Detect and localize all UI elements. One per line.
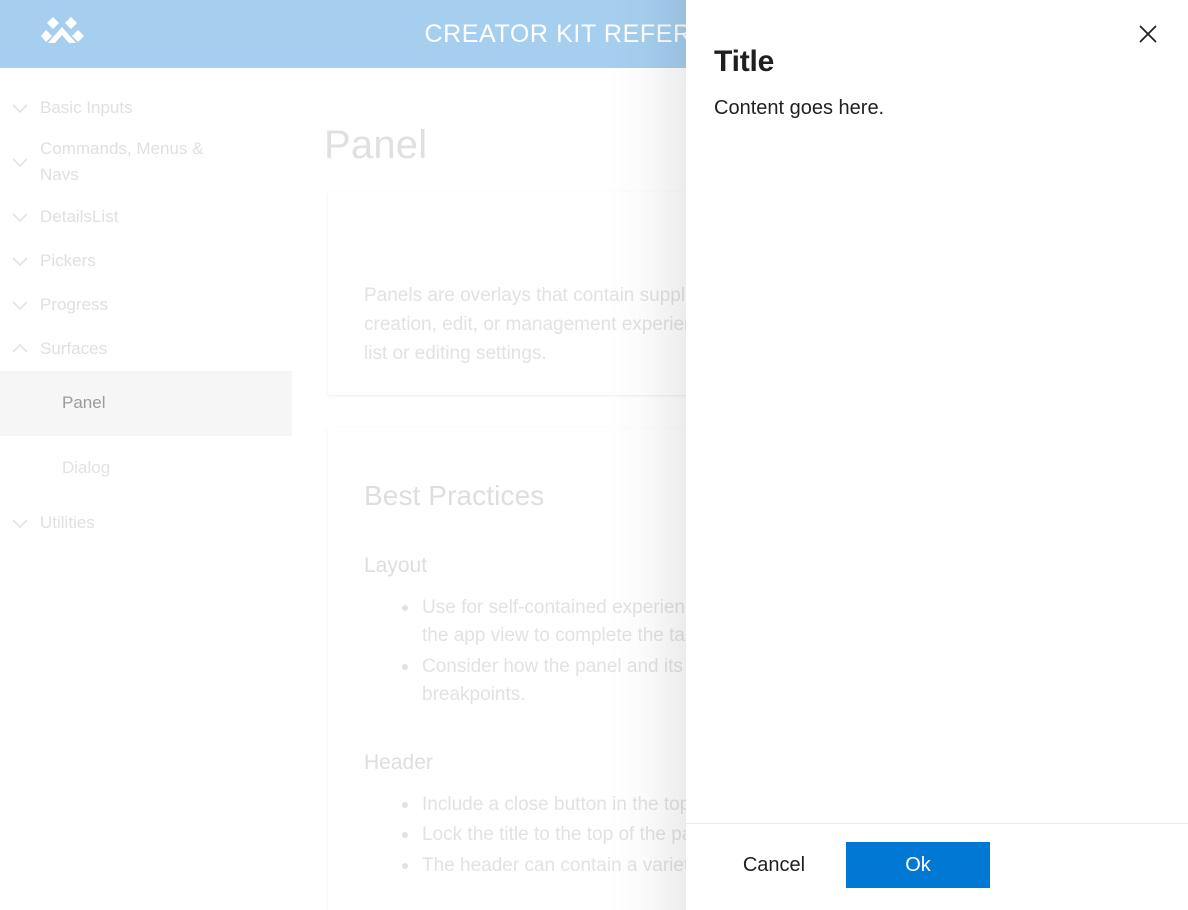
sidebar-group-surfaces[interactable]: Surfaces	[0, 327, 292, 371]
close-icon[interactable]	[1126, 14, 1170, 54]
chevron-down-icon	[0, 250, 40, 272]
sidebar-item-panel[interactable]: Panel	[0, 370, 292, 436]
sidebar-item-label: Panel	[62, 393, 106, 413]
sidebar-item-label: Dialog	[62, 458, 111, 478]
app-root: CREATOR KIT REFERENCE Basic Inputs Comma…	[0, 0, 1188, 910]
sidebar-group-label: Pickers	[40, 250, 96, 270]
panel-content-text: Content goes here.	[714, 97, 885, 119]
sidebar-group-utilities[interactable]: Utilities	[0, 501, 292, 545]
sidebar-group-basic-inputs[interactable]: Basic Inputs	[0, 86, 292, 130]
chevron-down-icon	[0, 512, 40, 534]
page-title: Panel	[324, 122, 428, 167]
sidebar-item-dialog[interactable]: Dialog	[0, 436, 292, 501]
chevron-up-icon	[0, 338, 40, 360]
sidebar-group-label: DetailsList	[40, 206, 119, 226]
cancel-button[interactable]: Cancel	[714, 842, 834, 888]
sidebar-group-label: Basic Inputs	[40, 97, 133, 117]
panel-title: Title	[714, 45, 775, 78]
sidebar-group-label: Surfaces	[40, 338, 108, 358]
sidebar-group-pickers[interactable]: Pickers	[0, 239, 292, 283]
panel-footer: Ok Cancel	[686, 823, 1188, 910]
sidebar-nav: Basic Inputs Commands, Menus & Navs Deta…	[0, 68, 292, 910]
sidebar-group-commands-menus-navs[interactable]: Commands, Menus & Navs	[0, 130, 292, 195]
sidebar-group-label: Progress	[40, 294, 109, 314]
ok-button[interactable]: Ok	[846, 842, 990, 888]
panel-header: Title	[686, 0, 1188, 80]
sidebar-group-label: Commands, Menus & Navs	[40, 139, 204, 185]
panel-overlay: Title Content goes here. Ok Cancel	[686, 0, 1188, 910]
sidebar-group-label: Utilities	[40, 512, 95, 532]
panel-content: Content goes here.	[686, 80, 1188, 823]
sidebar-group-progress[interactable]: Progress	[0, 283, 292, 327]
chevron-down-icon	[0, 97, 40, 119]
chevron-down-icon	[0, 206, 40, 228]
chevron-down-icon	[0, 294, 40, 316]
chevron-down-icon	[0, 151, 40, 173]
sidebar-group-detailslist[interactable]: DetailsList	[0, 195, 292, 239]
